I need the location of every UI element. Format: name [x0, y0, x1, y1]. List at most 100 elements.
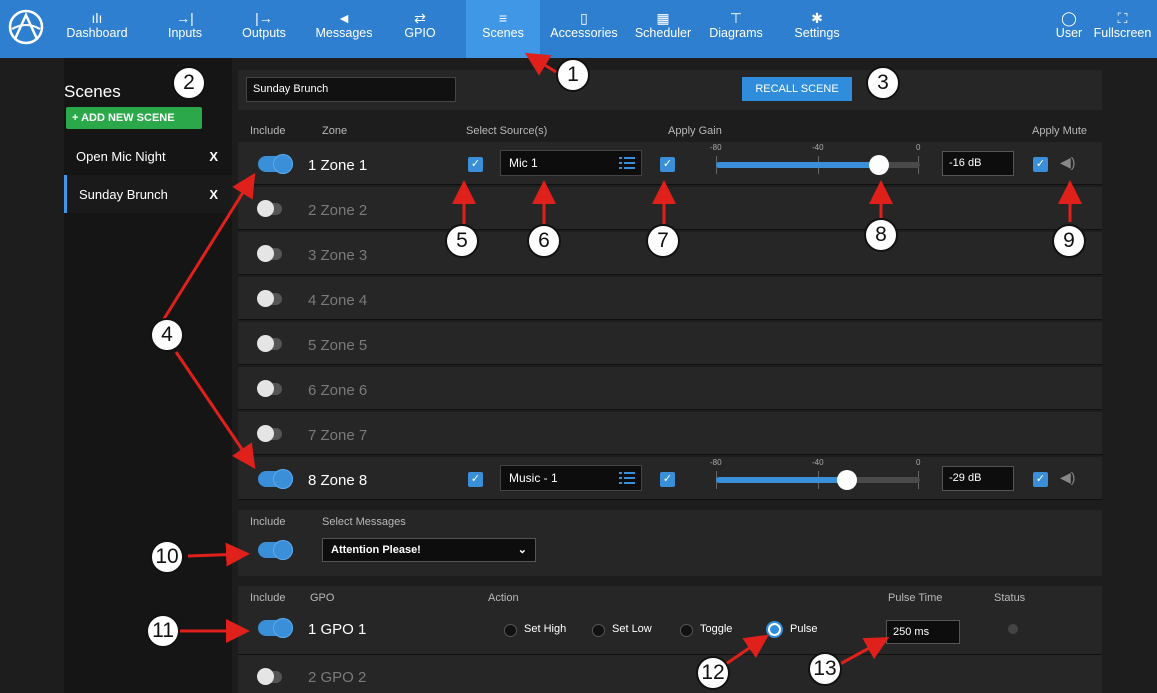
zone-row: 6 Zone 6: [238, 367, 1102, 410]
gpo-include-toggle[interactable]: [258, 618, 293, 638]
add-new-scene-button[interactable]: + ADD NEW SCENE: [66, 107, 202, 129]
nav-settings[interactable]: ✱ Settings: [788, 0, 846, 58]
gpio-include-header: Include: [250, 592, 286, 604]
col-header-mute: Apply Mute: [1032, 125, 1088, 137]
remove-scene-button[interactable]: X: [209, 187, 218, 202]
nav-fullscreen[interactable]: ⛶ Fullscreen: [1088, 0, 1157, 58]
list-icon[interactable]: [619, 470, 635, 486]
apply-gain-checkbox[interactable]: ✓: [660, 157, 675, 172]
zone-row: 2 Zone 2: [238, 187, 1102, 230]
source-value: Mic 1: [509, 156, 538, 170]
gpo-status-indicator: [1008, 624, 1018, 634]
messages-include-toggle[interactable]: [258, 540, 293, 560]
scene-name-input[interactable]: Sunday Brunch: [246, 77, 456, 102]
include-toggle[interactable]: [258, 154, 293, 174]
callout-6: 6: [527, 224, 561, 258]
include-toggle[interactable]: [257, 290, 282, 307]
output-arrow-icon: |→: [255, 10, 273, 26]
gain-slider-fill: [716, 477, 847, 483]
include-toggle[interactable]: [257, 425, 282, 442]
dashboard-icon: ılı: [91, 10, 103, 26]
zone-label: 8 Zone 8: [308, 472, 368, 489]
gpio-icon: ⇄: [414, 10, 426, 26]
callout-5: 5: [445, 224, 479, 258]
nav-user[interactable]: ◯ User: [1052, 0, 1086, 58]
include-toggle[interactable]: [257, 245, 282, 262]
action-set-high-label: Set High: [524, 623, 567, 635]
callout-3: 3: [866, 66, 900, 100]
apply-mute-checkbox[interactable]: ✓: [1033, 157, 1048, 172]
action-set-high-radio[interactable]: [504, 624, 517, 637]
nav-inputs[interactable]: →| Inputs: [160, 0, 210, 58]
remove-scene-button[interactable]: X: [209, 149, 218, 164]
messages-select-header: Select Messages: [322, 516, 406, 528]
gain-scale-max: 0: [916, 143, 921, 152]
gpio-panel: [238, 586, 1102, 693]
scene-item-label: Open Mic Night: [76, 149, 166, 164]
gpo-include-toggle[interactable]: [257, 668, 282, 685]
apply-gain-checkbox[interactable]: ✓: [660, 472, 675, 487]
select-source-checkbox[interactable]: ✓: [468, 472, 483, 487]
nav-accessories[interactable]: ▯ Accessories: [542, 0, 626, 58]
zone-row: 8 Zone 8 ✓ Music - 1 ✓ -80 -40 0 -29 dB …: [238, 457, 1102, 500]
nav-messages[interactable]: ◄ Messages: [310, 0, 378, 58]
callout-9: 9: [1052, 224, 1086, 258]
nav-diagrams[interactable]: ⊤ Diagrams: [704, 0, 768, 58]
gain-slider-knob[interactable]: [837, 470, 857, 490]
nav-scheduler[interactable]: ▦ Scheduler: [628, 0, 698, 58]
zone-label: 7 Zone 7: [308, 427, 368, 444]
gain-slider-knob[interactable]: [869, 155, 889, 175]
include-toggle[interactable]: [258, 469, 293, 489]
nav-scenes[interactable]: ≡ Scenes: [466, 0, 540, 58]
select-source-checkbox[interactable]: ✓: [468, 157, 483, 172]
nav-dashboard[interactable]: ılı Dashboard: [66, 0, 128, 58]
source-select[interactable]: Music - 1: [500, 465, 642, 491]
message-select[interactable]: Attention Please! ⌄: [322, 538, 536, 562]
speaker-icon[interactable]: ◀): [1060, 154, 1075, 171]
sidebar-title: Scenes: [64, 82, 121, 101]
chevron-down-icon: ⌄: [517, 544, 527, 556]
source-select[interactable]: Mic 1: [500, 150, 642, 176]
zone-label: 5 Zone 5: [308, 337, 368, 354]
speaker-icon[interactable]: ◀): [1060, 469, 1075, 486]
action-set-low-radio[interactable]: [592, 624, 605, 637]
scene-item-open-mic-night[interactable]: Open Mic Night X: [64, 149, 232, 169]
include-toggle[interactable]: [257, 380, 282, 397]
action-toggle-radio[interactable]: [680, 624, 693, 637]
gain-scale-mid: -40: [812, 143, 824, 152]
col-header-source: Select Source(s): [466, 125, 548, 137]
zone-label: 4 Zone 4: [308, 292, 368, 309]
callout-1: 1: [556, 58, 590, 92]
gain-value-input[interactable]: -29 dB: [942, 466, 1014, 491]
scene-item-sunday-brunch[interactable]: Sunday Brunch X: [64, 175, 232, 213]
gain-slider-track[interactable]: [716, 470, 920, 490]
app-logo-icon[interactable]: [6, 7, 46, 47]
action-toggle-label: Toggle: [700, 623, 733, 635]
include-toggle[interactable]: [257, 200, 282, 217]
gpo-label: 1 GPO 1: [308, 621, 367, 638]
callout-13: 13: [808, 652, 842, 686]
action-pulse-radio[interactable]: [768, 623, 781, 636]
pulse-time-input[interactable]: 250 ms: [886, 620, 960, 644]
calendar-icon: ▦: [656, 10, 670, 26]
zone-label: 2 Zone 2: [308, 202, 368, 219]
list-icon[interactable]: [619, 155, 635, 171]
include-toggle[interactable]: [257, 335, 282, 352]
callout-2: 2: [172, 66, 206, 100]
callout-12: 12: [696, 656, 730, 690]
col-header-zone: Zone: [322, 125, 348, 137]
apply-mute-checkbox[interactable]: ✓: [1033, 472, 1048, 487]
nav-gpio[interactable]: ⇄ GPIO: [398, 0, 442, 58]
gpo-label: 2 GPO 2: [308, 669, 367, 686]
recall-scene-button[interactable]: RECALL SCENE: [742, 77, 852, 101]
callout-4: 4: [150, 318, 184, 352]
col-header-include: Include: [250, 125, 286, 137]
callout-7: 7: [646, 224, 680, 258]
col-header-gain: Apply Gain: [668, 125, 722, 137]
gpio-pulse-header: Pulse Time: [888, 592, 943, 604]
callout-10: 10: [150, 540, 184, 574]
gpio-action-header: Action: [488, 592, 519, 604]
nav-outputs[interactable]: |→ Outputs: [236, 0, 292, 58]
gain-value-input[interactable]: -16 dB: [942, 151, 1014, 176]
gain-slider-track[interactable]: [716, 155, 920, 175]
